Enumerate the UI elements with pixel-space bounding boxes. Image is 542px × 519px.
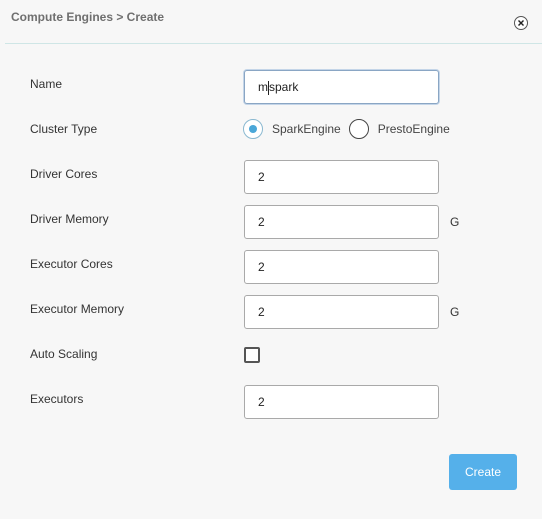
auto-scaling-label: Auto Scaling [30, 347, 98, 361]
executor-memory-unit: G [450, 305, 460, 319]
create-button[interactable]: Create [449, 454, 517, 490]
close-icon [518, 20, 524, 26]
name-value-end: spark [269, 80, 299, 94]
executor-cores-input[interactable] [244, 250, 439, 284]
create-engine-dialog: Compute Engines > Create Name mspark Clu… [0, 0, 542, 519]
spark-engine-radio[interactable] [243, 119, 263, 139]
close-button[interactable] [514, 16, 528, 30]
executor-cores-label: Executor Cores [30, 257, 113, 271]
driver-cores-label: Driver Cores [30, 167, 98, 181]
driver-cores-input[interactable] [244, 160, 439, 194]
executor-memory-input[interactable] [244, 295, 439, 329]
name-value-start: m [258, 80, 268, 94]
cluster-type-radio-group: SparkEngine PrestoEngine [243, 118, 458, 140]
driver-memory-unit: G [450, 215, 460, 229]
executors-input[interactable] [244, 385, 439, 419]
name-label: Name [30, 77, 63, 91]
auto-scaling-checkbox[interactable] [244, 347, 260, 363]
driver-memory-input[interactable] [244, 205, 439, 239]
executors-label: Executors [30, 392, 84, 406]
presto-engine-radio[interactable] [348, 119, 369, 139]
dialog-header: Compute Engines > Create [0, 0, 542, 44]
breadcrumb: Compute Engines > Create [11, 10, 165, 24]
executor-memory-label: Executor Memory [30, 302, 125, 316]
driver-memory-label: Driver Memory [30, 212, 109, 226]
header-divider [5, 43, 542, 44]
spark-engine-label[interactable]: SparkEngine [272, 122, 341, 136]
presto-engine-label[interactable]: PrestoEngine [378, 122, 450, 136]
cluster-type-label: Cluster Type [30, 122, 98, 136]
name-input[interactable]: mspark [244, 70, 439, 104]
